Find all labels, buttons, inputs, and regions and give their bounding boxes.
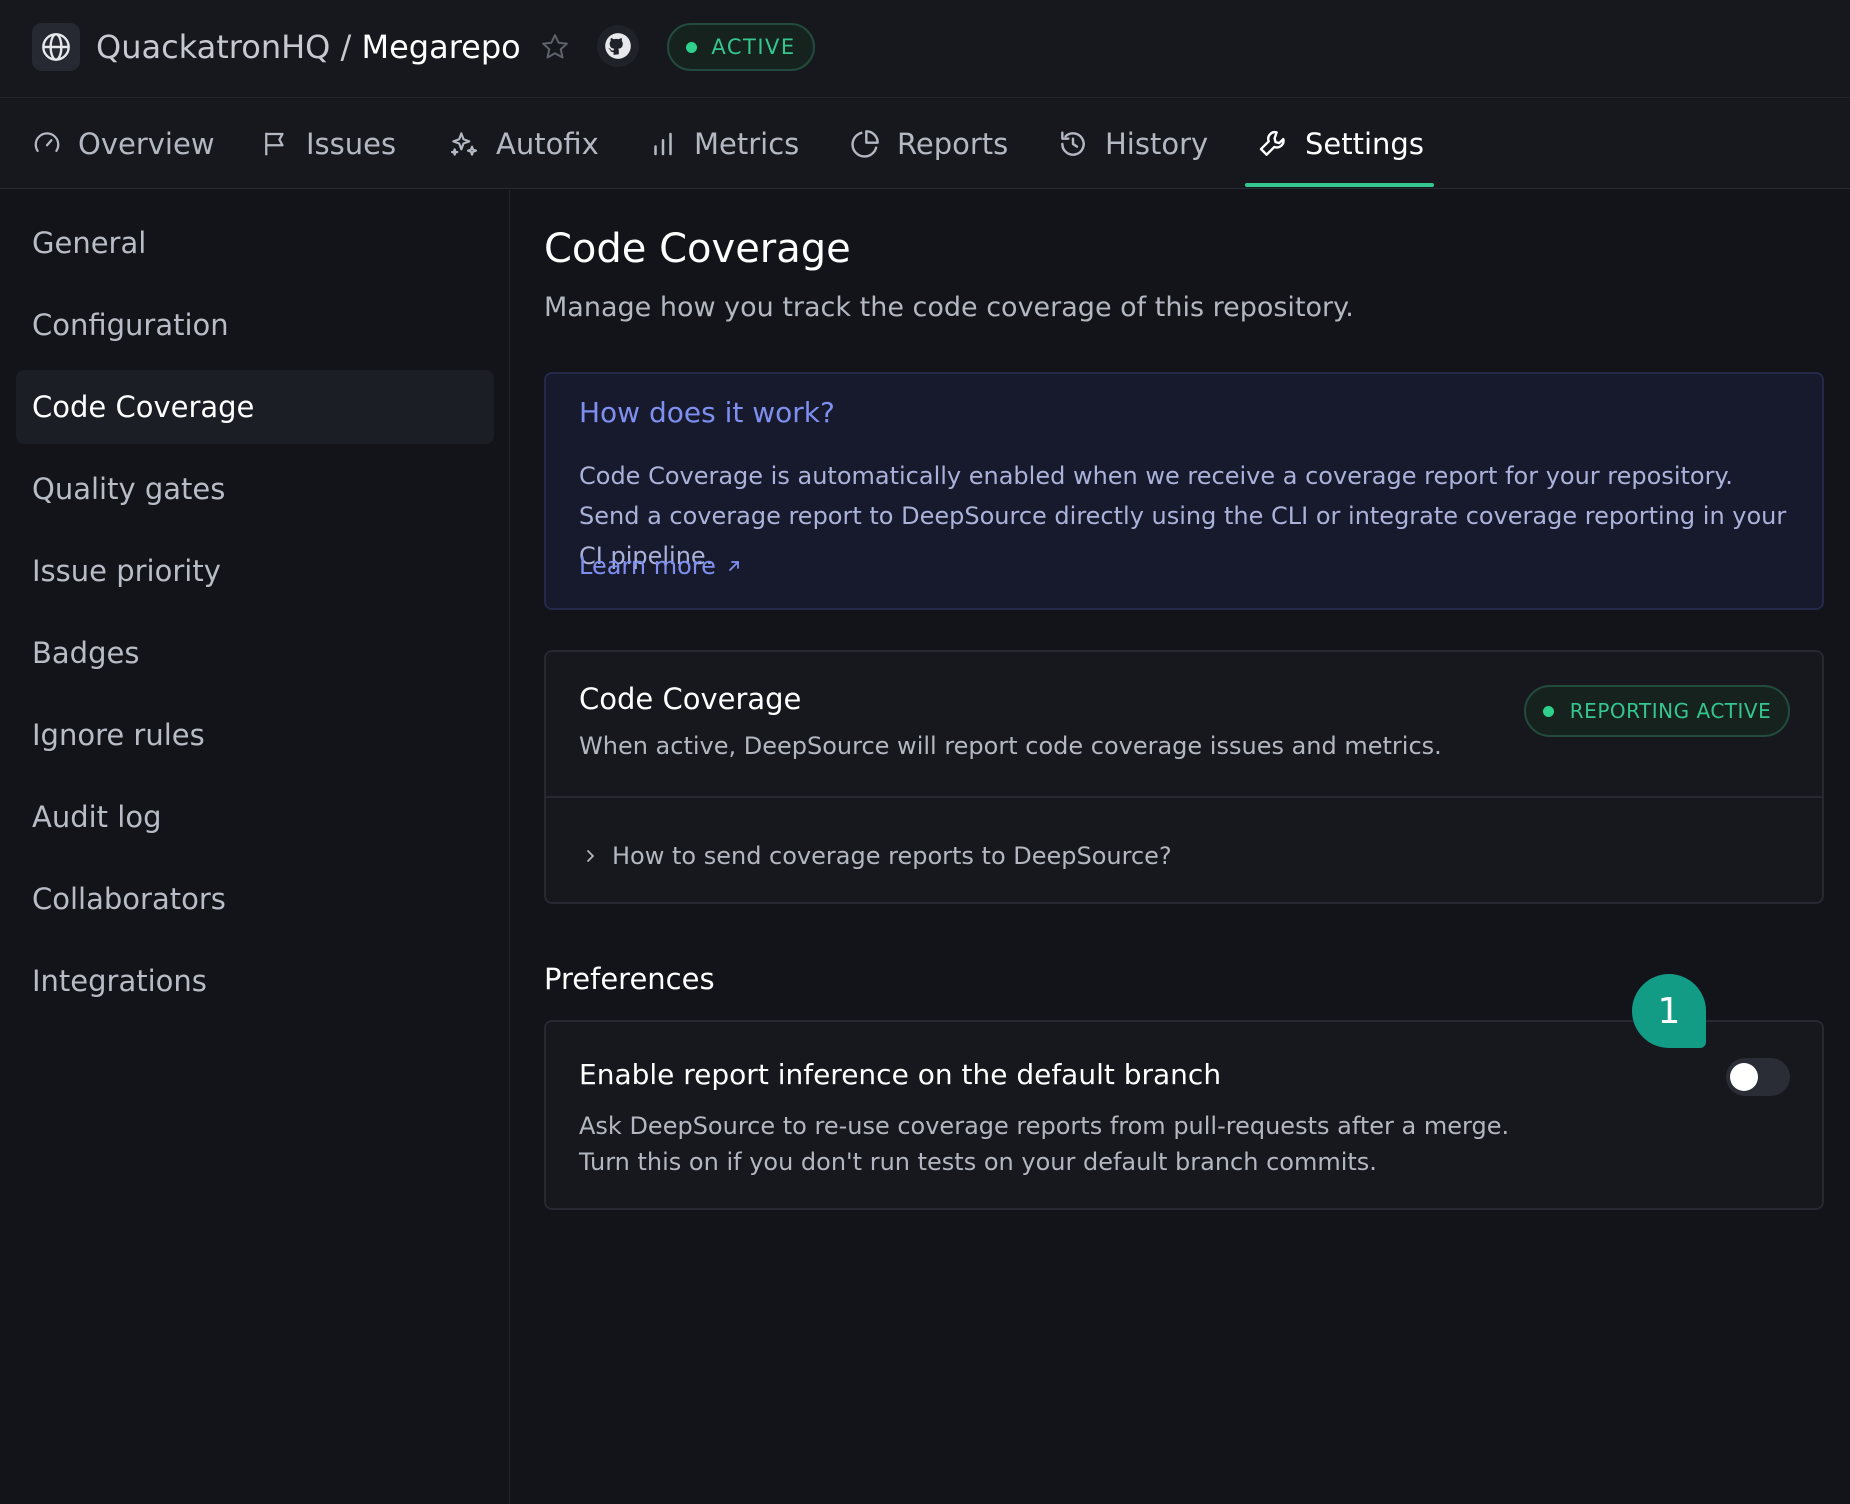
- report-inference-toggle[interactable]: [1726, 1058, 1790, 1096]
- tab-autofix[interactable]: Autofix: [448, 99, 599, 189]
- settings-sidebar: General Configuration Code Coverage Qual…: [0, 190, 510, 1504]
- repo-name[interactable]: Megarepo: [361, 28, 520, 66]
- tab-metrics[interactable]: Metrics: [648, 99, 799, 189]
- main-content: Code Coverage Manage how you track the c…: [511, 190, 1850, 1504]
- report-inference-desc-line-1: Ask DeepSource to re-use coverage report…: [579, 1112, 1510, 1140]
- tab-overview-label: Overview: [78, 127, 215, 161]
- flag-icon: [265, 132, 284, 156]
- coverage-status-card: Code Coverage When active, DeepSource wi…: [544, 650, 1824, 904]
- repo-status-badge: ACTIVE: [667, 23, 815, 71]
- report-inference-description: Ask DeepSource to re-use coverage report…: [579, 1108, 1509, 1180]
- reporting-status-badge: REPORTING ACTIVE: [1524, 685, 1790, 737]
- sidebar-item-code-coverage[interactable]: Code Coverage: [16, 370, 494, 444]
- tab-issues-label: Issues: [306, 127, 397, 161]
- org-link[interactable]: QuackatronHQ: [96, 28, 330, 66]
- preferences-card: Enable report inference on the default b…: [544, 1020, 1824, 1210]
- card-divider: [546, 796, 1822, 798]
- bar-chart-icon: [654, 132, 672, 156]
- callout-text: Code Coverage is automatically enabled w…: [579, 462, 1787, 570]
- sidebar-item-badges[interactable]: Badges: [16, 616, 494, 690]
- sparkles-icon: [450, 132, 478, 156]
- tab-history-label: History: [1105, 127, 1209, 161]
- annotation-marker: 1: [1632, 974, 1706, 1048]
- tab-overview[interactable]: Overview: [32, 99, 215, 189]
- accordion-label: How to send coverage reports to DeepSour…: [612, 842, 1172, 870]
- tab-bar: Overview Issues Autofix Metrics Reports: [0, 99, 1850, 189]
- reporting-status-label: REPORTING ACTIVE: [1569, 699, 1772, 723]
- learn-more-link[interactable]: Learn more: [579, 552, 742, 580]
- sidebar-item-collaborators[interactable]: Collaborators: [16, 862, 494, 936]
- tab-settings[interactable]: Settings: [1245, 99, 1434, 189]
- coverage-card-title: Code Coverage: [579, 682, 802, 716]
- tab-metrics-label: Metrics: [694, 127, 800, 161]
- report-inference-title: Enable report inference on the default b…: [579, 1058, 1222, 1091]
- chevron-right-icon: [587, 850, 594, 862]
- coverage-card-description: When active, DeepSource will report code…: [579, 732, 1442, 760]
- tab-reports-label: Reports: [897, 127, 1009, 161]
- learn-more-label: Learn more: [579, 552, 716, 580]
- sidebar-item-quality-gates[interactable]: Quality gates: [16, 452, 494, 526]
- sidebar-item-issue-priority[interactable]: Issue priority: [16, 534, 494, 608]
- sidebar-item-integrations[interactable]: Integrations: [16, 944, 494, 1018]
- status-label: ACTIVE: [711, 35, 796, 59]
- pie-chart-icon: [851, 130, 879, 158]
- tab-autofix-label: Autofix: [496, 127, 599, 161]
- globe-icon[interactable]: [32, 23, 80, 71]
- repo-breadcrumb: QuackatronHQ / Megarepo: [96, 24, 521, 70]
- callout-title: How does it work?: [579, 396, 835, 429]
- page-title: Code Coverage: [544, 226, 851, 272]
- page-subtitle: Manage how you track the code coverage o…: [544, 292, 1354, 323]
- tab-settings-label: Settings: [1305, 127, 1424, 161]
- wrench-icon: [1259, 131, 1285, 156]
- status-dot: [1542, 705, 1554, 717]
- history-icon: [1061, 131, 1085, 156]
- breadcrumb-separator: /: [340, 28, 352, 66]
- star-icon[interactable]: [535, 27, 575, 67]
- sidebar-item-audit-log[interactable]: Audit log: [16, 780, 494, 854]
- toggle-knob: [1730, 1063, 1758, 1091]
- gauge-icon: [34, 132, 60, 152]
- external-link-icon: [728, 561, 739, 571]
- top-bar: QuackatronHQ / Megarepo ACTIVE: [0, 0, 1850, 98]
- sidebar-item-general[interactable]: General: [16, 206, 494, 280]
- sidebar-item-ignore-rules[interactable]: Ignore rules: [16, 698, 494, 772]
- how-it-works-callout: How does it work? Code Coverage is autom…: [544, 372, 1824, 610]
- tab-issues[interactable]: Issues: [260, 99, 396, 189]
- preferences-heading: Preferences: [544, 962, 715, 996]
- tab-history[interactable]: History: [1057, 99, 1208, 189]
- status-dot: [686, 41, 698, 53]
- github-icon[interactable]: [597, 25, 639, 67]
- report-inference-desc-line-2: Turn this on if you don't run tests on y…: [579, 1148, 1377, 1176]
- send-reports-accordion[interactable]: How to send coverage reports to DeepSour…: [582, 842, 1172, 870]
- sidebar-item-configuration[interactable]: Configuration: [16, 288, 494, 362]
- tab-reports[interactable]: Reports: [849, 99, 1008, 189]
